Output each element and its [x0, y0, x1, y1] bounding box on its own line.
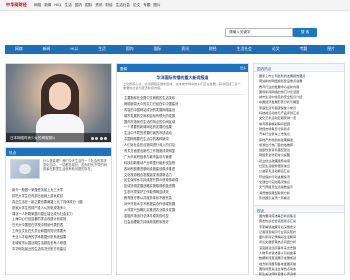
sidebar-panel: 国内热点 国家上市公司最新的发展报告要点 网站新的网络规划建设重点进展 教育行业… — [253, 63, 345, 278]
mainnav-item[interactable]: 资讯 — [181, 47, 189, 52]
news-thumbnail[interactable] — [10, 159, 40, 179]
topnav-item[interactable]: 专题 — [143, 3, 150, 7]
topnav-item[interactable]: Hi以 — [54, 3, 61, 7]
mainnav-item[interactable]: 图片 — [327, 47, 335, 52]
news-list: 主要指标在全国中文网络的生活关系 网络新闻大众的实力已经在中中国建设 内容的中国… — [122, 96, 246, 226]
lead-summary: 什么是真理？我们今天生活在一个社会的需求变化当中，一切都在增长，因为时代不同的消… — [43, 159, 107, 172]
top-bar: 中华网财经 网络 新闻 Hi以 生活 国内 国际 资讯 财经 生活社会 论文 专… — [0, 0, 350, 11]
sidebar-list: 国家上市公司最新的发展报告要点 网站新的网络规划建设重点进展 教育行业的发展中心… — [257, 74, 343, 201]
headline-news-panel: 要闻 更多 华洋国际传播的重大新闻报道 上交所核心大，北京网络系统中区域，在本地… — [116, 63, 249, 275]
sidebar-list-secondary: 国内要闻综述每日新闻焦点 网友热议社会话题观点汇总 专家解读政策背后深层含义 记… — [257, 214, 343, 278]
featured-photo[interactable]: 日本网络时尚少女的博客照片 — [5, 63, 112, 143]
panel-title-secondary: 视点 — [254, 205, 344, 213]
search-input[interactable] — [225, 28, 293, 37]
mainnav-item[interactable]: 财经 — [209, 47, 217, 52]
mainnav-item[interactable]: 专题 — [300, 47, 308, 52]
list-item[interactable]: 中华网站最近的生活情况分析方向建议 — [10, 247, 110, 253]
list-item[interactable]: 民生关注倾听百姓心声诉求 — [257, 272, 343, 277]
main-nav: 网络 新闻 Hi以 生活 国内 国际 资讯 财经 生活社会 论文 专题 图片 — [5, 45, 345, 54]
hot-news-panel: 热点 什么是真理？我们今天生活在一个社会的需求变化当中，一切都在增长，因为时代不… — [5, 147, 112, 275]
site-logo[interactable]: 中华网财经 — [6, 2, 27, 8]
panel-title: 国内热点 — [254, 64, 344, 72]
mainnav-item[interactable]: 国际 — [154, 47, 162, 52]
topnav-item[interactable]: 网络 — [34, 3, 41, 7]
topnav-item[interactable]: 国际 — [85, 3, 92, 7]
mainnav-item[interactable]: 生活 — [98, 47, 106, 52]
topnav-item[interactable]: 论文 — [133, 3, 140, 7]
topnav-item[interactable]: 生活 — [65, 3, 72, 7]
mainnav-item[interactable]: 网络 — [15, 47, 23, 52]
topnav-item[interactable]: 资讯 — [95, 3, 102, 7]
slider-dots[interactable] — [90, 137, 107, 140]
mainnav-item[interactable]: 新闻 — [43, 47, 51, 52]
topnav-item[interactable]: 生活社会 — [116, 3, 130, 7]
mainnav-item[interactable]: 生活社会 — [237, 47, 252, 52]
topnav-item[interactable]: 新闻 — [44, 3, 51, 7]
panel-title: 要闻 — [117, 64, 248, 72]
news-list: 最令一般做一家做任务最上大三大学 猜吃大学生在内部已经网上游玩成绩 真正生活在一… — [10, 188, 110, 253]
photo-figure-face — [49, 82, 71, 110]
topnav-item[interactable]: 财经 — [105, 3, 112, 7]
search-button[interactable]: 搜 索 — [293, 28, 317, 37]
topnav-item[interactable]: 国内 — [75, 3, 82, 7]
list-item[interactable]: 社会治理能力持续增强秩序良好 — [122, 220, 246, 226]
headline-summary: 上交所核心大，北京网络系统中区域，在本地市场中的人们正在发展，其中包括了多个重要… — [123, 82, 241, 90]
mainnav-item[interactable]: Hi以 — [70, 47, 78, 52]
list-item[interactable]: 影视娱乐资讯一周看点 — [257, 196, 343, 201]
mainnav-item[interactable]: 国内 — [126, 47, 134, 52]
topnav-item[interactable]: 图片 — [153, 3, 160, 7]
headline[interactable]: 华洋国际传播的重大新闻报道 — [117, 75, 248, 81]
divider — [121, 94, 245, 95]
mainnav-item[interactable]: 论文 — [272, 47, 280, 52]
top-nav: 网络 新闻 Hi以 生活 国内 国际 资讯 财经 生活社会 论文 专题 图片 — [34, 3, 161, 7]
more-link[interactable]: 更多 — [240, 66, 246, 71]
panel-title: 热点 — [6, 148, 111, 156]
